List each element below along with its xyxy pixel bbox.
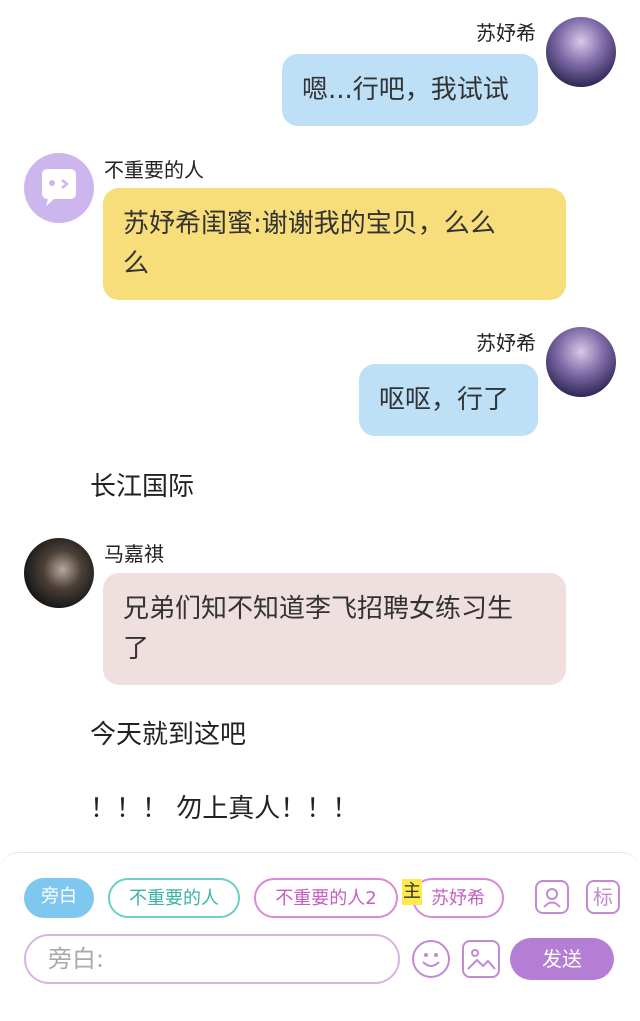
role-chip-unimportant[interactable]: 不重要的人 — [108, 878, 240, 918]
message-bubble[interactable]: 嗯...行吧，我试试 — [282, 54, 538, 126]
chat-bubble-avatar-icon[interactable] — [24, 153, 94, 223]
message-text-line: 苏妤希闺蜜:谢谢我的宝贝，么么 — [123, 209, 496, 239]
message-bubble[interactable]: 呕呕，行了 — [359, 364, 538, 436]
emoji-icon[interactable] — [412, 940, 450, 978]
sender-name: 苏妤希 — [476, 331, 536, 355]
message-bubble[interactable]: 兄弟们知不知道李飞招聘女练习生 了 — [103, 573, 566, 685]
avatar[interactable] — [546, 327, 616, 397]
character-card-icon[interactable] — [535, 880, 569, 914]
message-bubble[interactable]: 苏妤希闺蜜:谢谢我的宝贝，么么 么 — [103, 188, 566, 300]
image-icon[interactable] — [462, 940, 500, 978]
tag-icon[interactable]: 标 — [586, 880, 620, 914]
role-chip-unimportant-2[interactable]: 不重要的人2 — [254, 878, 398, 918]
message-input[interactable]: 旁白: — [24, 934, 400, 984]
avatar[interactable] — [24, 538, 94, 608]
main-role-tag: 主 — [402, 879, 422, 905]
message-text-line: 么 — [123, 249, 150, 279]
input-placeholder: 旁白: — [48, 945, 105, 973]
narration-text: ！！！ 勿上真人！！！ — [90, 794, 359, 824]
avatar[interactable] — [546, 17, 616, 87]
sender-name: 不重要的人 — [104, 158, 204, 182]
role-chip-narration[interactable]: 旁白 — [24, 878, 94, 918]
sender-name: 马嘉祺 — [104, 542, 164, 566]
role-chip-suyuxi[interactable]: 苏妤希 — [412, 878, 504, 918]
narration-text: 今天就到这吧 — [90, 720, 247, 750]
narration-text: 长江国际 — [90, 472, 195, 502]
sender-name: 苏妤希 — [476, 21, 536, 45]
message-text-line: 兄弟们知不知道李飞招聘女练习生 — [123, 594, 514, 624]
message-text-line: 了 — [123, 634, 150, 664]
send-button[interactable]: 发送 — [510, 938, 614, 980]
